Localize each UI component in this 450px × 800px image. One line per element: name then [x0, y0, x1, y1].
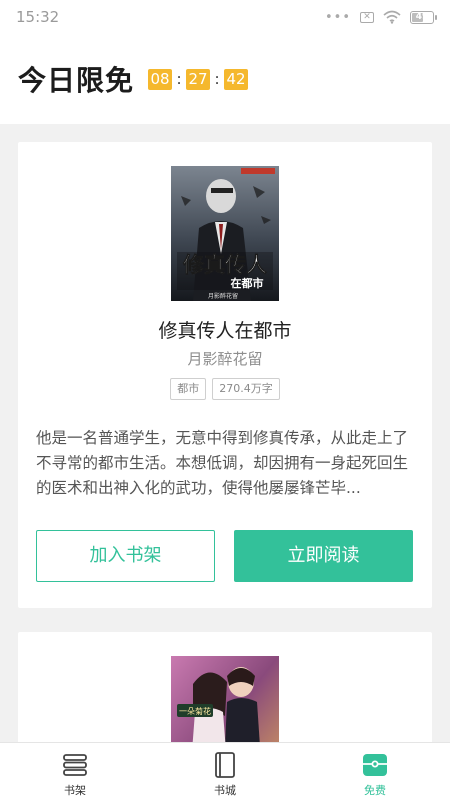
battery-icon: 49: [410, 10, 437, 24]
book-description: 他是一名普通学生，无意中得到修真传承，从此走上了不寻常的都市生活。本想低调，却因…: [36, 429, 409, 497]
free-ticket-icon: [363, 754, 387, 776]
book-title[interactable]: 修真传人在都市: [18, 316, 432, 343]
countdown-minutes: 27: [186, 68, 211, 90]
book-author: 月影醉花留: [187, 350, 263, 368]
tab-bookstore[interactable]: 书城: [150, 743, 300, 800]
book-card[interactable]: 修真传人 在都市 月影醉花留 修真传人在都市 月影醉花留 都市 270.4万字 …: [18, 142, 432, 608]
tab-label: 书架: [64, 784, 86, 797]
tab-label: 免费: [364, 784, 386, 797]
book-cover-art: 修真传人 在都市 月影醉花留: [171, 166, 279, 301]
book-cover-art: 一朵菊花: [171, 656, 279, 742]
cover-author-text: 月影醉花留: [208, 292, 238, 300]
no-sim-icon: ✕: [360, 11, 374, 23]
status-icons: ••• ✕ 49: [324, 9, 437, 25]
signal-dots-icon: •••: [324, 9, 351, 25]
book-icon: [215, 752, 235, 778]
countdown-hours: 08: [148, 68, 173, 90]
book-category-tag: 都市: [170, 378, 207, 400]
book-card[interactable]: 一朵菊花: [18, 632, 432, 742]
tab-bookshelf[interactable]: 书架: [0, 743, 150, 800]
add-to-shelf-button[interactable]: 加入书架: [36, 530, 215, 582]
bottom-tab-bar: 书架 书城 免费: [0, 742, 450, 800]
cover-title-text: 修真传人: [182, 253, 267, 277]
book-cover[interactable]: 一朵菊花: [171, 656, 279, 742]
battery-level: 49: [415, 11, 429, 22]
book-cover[interactable]: 修真传人 在都市 月影醉花留: [171, 166, 279, 301]
countdown-separator: :: [214, 70, 220, 88]
page-header: 今日限免 08 : 27 : 42: [0, 34, 450, 124]
tab-free[interactable]: 免费: [300, 743, 450, 800]
countdown-timer: 08 : 27 : 42: [148, 68, 249, 90]
book-tags: 都市 270.4万字: [18, 378, 432, 400]
cover-title-text: 一朵菊花: [179, 706, 211, 716]
bookshelf-icon: [63, 754, 87, 776]
cover-subtitle-text: 在都市: [231, 276, 264, 290]
countdown-seconds: 42: [224, 68, 249, 90]
status-bar: 15:32 ••• ✕ 49: [0, 0, 450, 34]
book-wordcount-tag: 270.4万字: [212, 378, 280, 400]
free-books-list[interactable]: 修真传人 在都市 月影醉花留 修真传人在都市 月影醉花留 都市 270.4万字 …: [0, 124, 450, 742]
tab-label: 书城: [214, 784, 236, 797]
wifi-icon: [383, 10, 401, 24]
status-time: 15:32: [16, 8, 60, 26]
read-now-button[interactable]: 立即阅读: [234, 530, 413, 582]
countdown-separator: :: [176, 70, 182, 88]
page-title: 今日限免: [18, 64, 135, 97]
